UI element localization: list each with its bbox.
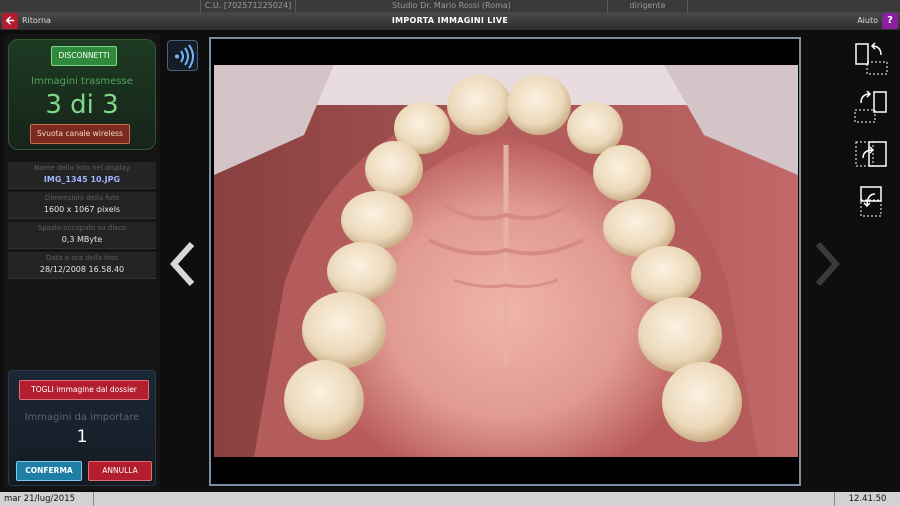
help-label[interactable]: Aiuto — [857, 12, 878, 30]
palate-image — [214, 65, 798, 457]
info-photo-datetime: Data e ora della foto 28/12/2008 16.58.4… — [8, 252, 156, 279]
connection-box: DISCONNETTI Immagini trasmesse 3 di 3 Sv… — [8, 39, 156, 150]
studio-name: Studio Dr. Mario Rossi (Roma) — [296, 0, 608, 12]
info-disk-space: Spazio occupato su disco 0,3 MByte — [8, 222, 156, 249]
info-value: IMG_1345 10.JPG — [43, 175, 121, 184]
info-label: Dimensioni della foto — [44, 194, 120, 202]
wireless-icon — [175, 44, 194, 69]
user-role: dirigente — [608, 0, 688, 12]
status-time: 12.41.50 — [834, 492, 900, 506]
page-title: IMPORTA IMMAGINI LIVE — [391, 16, 509, 25]
flip-horizontal-icon — [855, 141, 887, 167]
info-value: 1600 x 1067 pixels — [43, 205, 121, 214]
chevron-left-icon — [169, 241, 195, 287]
next-image-button[interactable] — [810, 240, 844, 288]
info-value: 28/12/2008 16.58.40 — [39, 265, 125, 274]
info-label: Nome della foto nel display — [34, 164, 130, 172]
to-import-label: Immagini da importare — [24, 412, 140, 423]
back-button[interactable]: 🡨 — [2, 13, 18, 29]
rotate-right-icon — [854, 90, 887, 123]
flip-horizontal-button[interactable] — [853, 136, 889, 172]
status-bar: mar 21/lug/2015 12.41.50 — [0, 492, 900, 506]
confirm-button[interactable]: CONFERMA — [16, 461, 82, 481]
wireless-button[interactable] — [167, 40, 198, 71]
rotate-left-button[interactable] — [853, 40, 889, 76]
back-arrow-icon: 🡨 — [5, 14, 15, 27]
transmitted-count: 3 di 3 — [45, 90, 119, 120]
chevron-right-icon — [815, 241, 841, 287]
status-date: mar 21/lug/2015 — [0, 492, 94, 506]
info-value: 0,3 MByte — [61, 235, 103, 244]
dental-photo — [214, 65, 798, 457]
flip-vertical-button[interactable] — [853, 184, 889, 220]
title-bar: IMPORTA IMMAGINI LIVE 🡨 Ritorna Aiuto ? — [0, 12, 900, 30]
clear-wireless-channel-button[interactable]: Svuota canale wireless — [30, 124, 130, 144]
rotate-right-button[interactable] — [853, 88, 889, 124]
cancel-button[interactable]: ANNULLA — [88, 461, 152, 481]
disconnect-button[interactable]: DISCONNETTI — [51, 46, 117, 66]
help-button[interactable]: ? — [882, 13, 898, 29]
info-photo-dimensions: Dimensioni della foto 1600 x 1067 pixels — [8, 192, 156, 219]
rotate-left-icon — [855, 42, 888, 75]
back-label[interactable]: Ritorna — [22, 12, 51, 30]
image-viewer — [209, 37, 801, 486]
info-photo-name: Nome della foto nel display IMG_1345 10.… — [8, 162, 156, 189]
info-label: Spazio occupato su disco — [37, 224, 127, 232]
cu-code: C.U. [702571225024] — [200, 0, 296, 12]
top-info-bar: C.U. [702571225024] Studio Dr. Mario Ros… — [0, 0, 900, 12]
remove-from-dossier-button[interactable]: TOGLI immagine dal dossier — [19, 380, 149, 400]
left-panel: DISCONNETTI Immagini trasmesse 3 di 3 Sv… — [4, 34, 160, 490]
previous-image-button[interactable] — [166, 240, 200, 288]
flip-vertical-icon — [860, 186, 882, 217]
to-import-count: 1 — [76, 427, 88, 447]
import-box: TOGLI immagine dal dossier Immagini da i… — [8, 370, 156, 486]
transmitted-label: Immagini trasmesse — [31, 76, 133, 87]
info-label: Data e ora della foto — [45, 254, 119, 262]
